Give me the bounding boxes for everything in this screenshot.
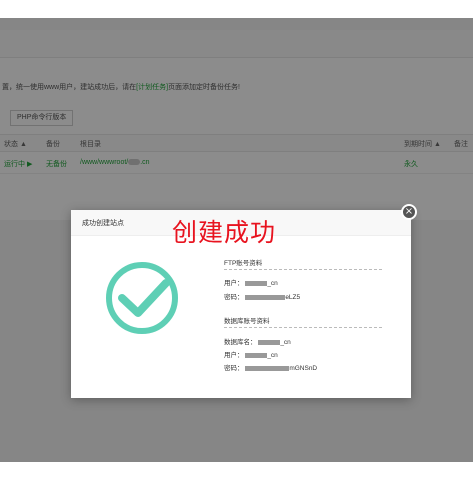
- ftp-password-row: 密码： eLZ5: [224, 294, 301, 301]
- page: 置，统一使用www用户，建站成功后，请在[计划任务]页面添加定时备份任务! PH…: [0, 0, 473, 477]
- redacted-mark: [245, 365, 290, 371]
- db-user-row: 用户： _cn: [224, 352, 278, 359]
- db-name-row: 数据库名： _cn: [224, 339, 291, 346]
- db-section-title: 数据库账号资料: [224, 318, 270, 325]
- redacted-mark: [245, 280, 268, 286]
- dialog-title: 成功创建站点: [82, 220, 124, 227]
- checkmark-circle-icon: [106, 262, 178, 334]
- success-annotation: 创建成功: [172, 218, 277, 247]
- redacted-mark: [245, 352, 268, 358]
- redacted-mark: [258, 339, 281, 345]
- ftp-user-row: 用户： _cn: [224, 280, 278, 287]
- close-icon[interactable]: ×: [401, 204, 417, 220]
- redacted-mark: [245, 294, 286, 300]
- db-divider: [224, 327, 382, 328]
- ftp-divider: [224, 269, 382, 270]
- ftp-section-title: FTP账号资料: [224, 260, 263, 267]
- db-password-row: 密码： mGNSnD: [224, 365, 318, 372]
